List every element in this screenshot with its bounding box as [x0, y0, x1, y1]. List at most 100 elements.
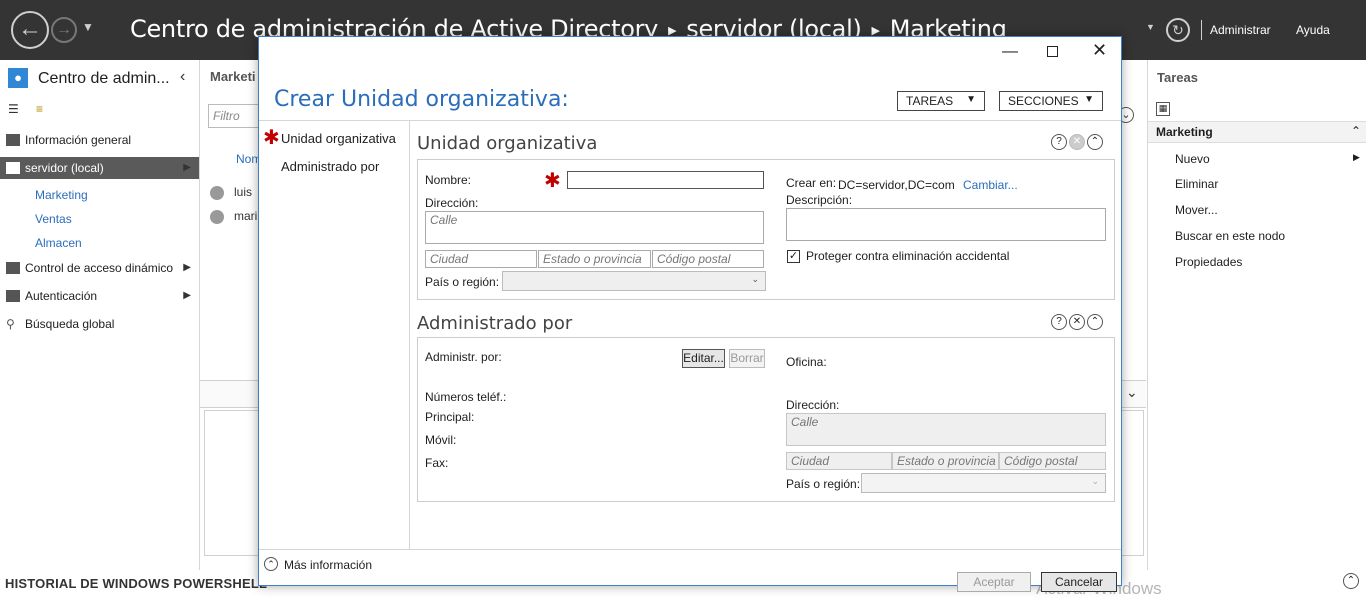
description-input[interactable]: [786, 208, 1106, 241]
nav-item-dynamic-access-control[interactable]: Control de acceso dinámico ▶: [0, 257, 199, 279]
chevron-up-icon[interactable]: ⌃: [264, 557, 278, 571]
mgr-street-field: Calle: [786, 413, 1106, 446]
address-label: Dirección:: [425, 196, 479, 210]
folder-icon: [6, 290, 20, 302]
domain-icon: [6, 162, 20, 174]
close-icon[interactable]: ✕: [1092, 40, 1107, 61]
zip-placeholder: Código postal: [657, 252, 731, 266]
collapse-up-icon[interactable]: ⌃: [1087, 134, 1103, 150]
caret-down-icon: ▼: [966, 94, 976, 105]
zip-placeholder: Código postal: [1004, 454, 1078, 468]
expand-arrow-icon[interactable]: ▶: [183, 157, 191, 179]
tasks-dropdown[interactable]: TAREAS ▼: [897, 91, 985, 111]
menu-manage[interactable]: Administrar: [1210, 23, 1271, 37]
caret-down-icon: ▼: [1084, 94, 1094, 105]
menu-help[interactable]: Ayuda: [1296, 23, 1330, 37]
section-link-ou[interactable]: Unidad organizativa: [281, 131, 396, 146]
task-search-node[interactable]: Buscar en este nodo: [1175, 229, 1285, 243]
nav-subitem-almacen[interactable]: Almacen: [35, 236, 82, 250]
change-link[interactable]: Cambiar...: [963, 178, 1018, 192]
collapse-up-icon[interactable]: ⌃: [1087, 314, 1103, 330]
history-dropdown-icon[interactable]: ▼: [82, 20, 94, 34]
office-label: Oficina:: [786, 355, 827, 369]
chevron-down-icon[interactable]: ⌄: [1126, 384, 1138, 401]
nav-subitem-marketing[interactable]: Marketing: [35, 188, 88, 202]
street-input[interactable]: Calle: [425, 211, 764, 244]
mgr-address-label: Dirección:: [786, 398, 840, 412]
fax-label: Fax:: [425, 456, 449, 470]
nav-item-label: Información general: [25, 133, 132, 147]
user-name: luis: [234, 185, 253, 199]
list-item[interactable]: mari: [210, 209, 257, 224]
managed-by-label: Administr. por:: [425, 350, 502, 364]
help-icon[interactable]: ?: [1051, 314, 1067, 330]
tasks-section-header[interactable]: Marketing ⌃: [1148, 121, 1366, 143]
close-section-icon: ✕: [1069, 134, 1085, 150]
nav-item-global-search[interactable]: ⚲ Búsqueda global: [0, 313, 199, 335]
clipboard-icon[interactable]: ▦: [1156, 102, 1170, 116]
caret-down-icon: ⌄: [751, 274, 759, 284]
tasks-section-label: Marketing: [1156, 125, 1213, 139]
required-asterisk-icon: ✱: [544, 170, 561, 192]
expand-arrow-icon[interactable]: ▶: [183, 285, 191, 307]
close-section-icon[interactable]: ✕: [1069, 314, 1085, 330]
navigation-pane: ● Centro de admin... ‹ ☰ ≡ Información g…: [0, 60, 200, 570]
list-view-icon[interactable]: ☰: [8, 102, 19, 116]
city-input[interactable]: Ciudad: [425, 250, 537, 268]
chevron-up-icon[interactable]: ⌃: [1343, 573, 1359, 589]
list-item[interactable]: luis: [210, 185, 252, 200]
expand-arrow-icon[interactable]: ▶: [183, 257, 191, 279]
submenu-arrow-icon[interactable]: ▶: [1353, 152, 1360, 163]
refresh-icon[interactable]: ↻: [1166, 18, 1190, 42]
main-phone-label: Principal:: [425, 410, 475, 424]
cancel-button[interactable]: Cancelar: [1041, 572, 1117, 592]
task-delete[interactable]: Eliminar: [1175, 177, 1218, 191]
edit-button[interactable]: Editar...: [682, 349, 725, 368]
divider: [1201, 20, 1202, 40]
minimize-icon[interactable]: —: [1002, 43, 1018, 61]
nav-item-overview[interactable]: Información general: [0, 129, 199, 151]
phones-label: Números teléf.:: [425, 390, 507, 404]
dropdown-label: TAREAS: [906, 94, 954, 108]
back-arrow-icon[interactable]: ←: [11, 11, 49, 49]
more-info-toggle[interactable]: Más información: [284, 558, 372, 572]
nav-subitem-ventas[interactable]: Ventas: [35, 212, 72, 226]
nav-item-server[interactable]: servidor (local) ▶: [0, 157, 199, 179]
nav-item-authentication[interactable]: Autenticación ▶: [0, 285, 199, 307]
task-properties[interactable]: Propiedades: [1175, 255, 1242, 269]
help-icon[interactable]: ?: [1051, 134, 1067, 150]
protect-checkbox[interactable]: ✓: [787, 250, 800, 263]
dialog-title: Crear Unidad organizativa:: [274, 87, 569, 112]
section-icons: ? ✕ ⌃: [1051, 313, 1105, 330]
user-name: mari: [234, 209, 258, 223]
chevron-up-icon[interactable]: ⌃: [1351, 124, 1361, 138]
breadcrumb-separator-icon: ▶: [668, 23, 677, 37]
task-new[interactable]: Nuevo: [1175, 152, 1210, 166]
overview-icon: [6, 134, 20, 146]
folder-icon: [6, 262, 20, 274]
maximize-icon[interactable]: [1047, 46, 1058, 57]
tree-view-icon[interactable]: ≡: [36, 102, 43, 116]
nav-header: Centro de admin...: [38, 70, 170, 87]
description-label: Descripción:: [786, 193, 853, 207]
section-link-managed-by[interactable]: Administrado por: [281, 159, 379, 174]
managed-by-section-box: Administr. por: Editar... Borrar Números…: [417, 337, 1115, 502]
clear-button: Borrar: [729, 349, 765, 368]
sections-dropdown[interactable]: SECCIONES ▼: [999, 91, 1103, 111]
country-select[interactable]: ⌄: [502, 271, 766, 291]
ad-admin-center-icon: ●: [8, 68, 28, 88]
state-placeholder: Estado o provincia: [897, 454, 996, 468]
breadcrumb-dropdown-icon[interactable]: ▼: [1146, 22, 1155, 32]
collapse-nav-icon[interactable]: ‹: [180, 68, 185, 86]
nav-item-label: Control de acceso dinámico: [25, 261, 174, 275]
country-label: País o región:: [425, 275, 500, 289]
dialog-section-nav: ✱ Unidad organizativa Administrado por: [259, 121, 410, 549]
section-icons: ? ✕ ⌃: [1051, 133, 1105, 150]
forward-arrow-icon[interactable]: →: [51, 17, 77, 43]
task-move[interactable]: Mover...: [1175, 203, 1218, 217]
name-input[interactable]: [567, 171, 764, 189]
state-input[interactable]: Estado o provincia: [538, 250, 651, 268]
powershell-history-label[interactable]: HISTORIAL DE WINDOWS POWERSHELL: [5, 576, 267, 591]
zip-input[interactable]: Código postal: [652, 250, 764, 268]
state-placeholder: Estado o provincia: [543, 252, 642, 266]
